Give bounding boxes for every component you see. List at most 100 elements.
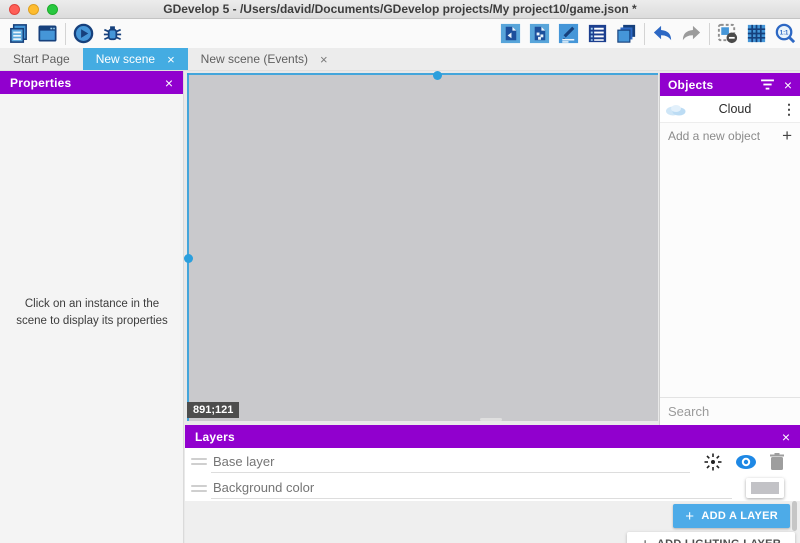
toggle-grid-button[interactable] — [742, 20, 771, 47]
add-object-button[interactable]: Add a new object + — [660, 123, 800, 148]
close-icon[interactable]: × — [782, 430, 790, 444]
fullscreen-window-button[interactable] — [47, 4, 58, 15]
cursor-coordinates-badge: 891;121 — [187, 402, 239, 418]
layer-row-base: Base layer — [185, 448, 800, 475]
effects-icon[interactable] — [704, 453, 722, 471]
layers-panel-header: Layers × — [185, 425, 800, 448]
tab-label: New scene (Events) — [201, 52, 308, 66]
close-icon[interactable]: × — [784, 78, 792, 92]
cloud-icon — [665, 103, 687, 116]
filter-icon — [761, 79, 774, 90]
object-row-cloud[interactable]: Cloud ⋮ — [660, 96, 800, 123]
object-groups-icon — [528, 22, 551, 45]
color-swatch-preview — [751, 482, 779, 494]
debug-button[interactable] — [98, 20, 127, 47]
close-window-button[interactable] — [9, 4, 20, 15]
toolbar-separator — [644, 23, 645, 45]
add-lighting-layer-label: ADD LIGHTING LAYER — [657, 538, 781, 543]
edit-scene-properties-button[interactable] — [554, 20, 583, 47]
layer-row-background: Background color — [185, 475, 800, 501]
traffic-lights — [9, 4, 58, 15]
objects-panel-title: Objects — [668, 78, 761, 92]
tab-bar: Start Page New scene × New scene (Events… — [0, 48, 800, 71]
titlebar: GDevelop 5 - /Users/david/Documents/GDev… — [0, 0, 800, 19]
redo-icon — [680, 22, 703, 45]
toolbar-left-group — [0, 19, 127, 48]
open-objects-editor-button[interactable] — [496, 20, 525, 47]
tab-label: New scene — [96, 52, 155, 66]
layer-name-field[interactable]: Base layer — [211, 451, 690, 473]
window-icon — [36, 22, 59, 45]
layers-panel-title: Layers — [195, 430, 782, 444]
open-object-groups-editor-button[interactable] — [525, 20, 554, 47]
toolbar-right-group: 1:1 — [496, 19, 800, 48]
tab-new-scene-events[interactable]: New scene (Events) × — [188, 48, 341, 70]
properties-panel-title: Properties — [10, 76, 165, 90]
selection-handle-left[interactable] — [184, 254, 193, 263]
plus-icon: + — [782, 126, 792, 146]
plus-icon: + — [685, 508, 694, 525]
plus-icon: + — [641, 536, 650, 543]
layers-icon — [615, 22, 638, 45]
svg-text:1:1: 1:1 — [780, 30, 789, 36]
close-icon[interactable]: × — [165, 76, 173, 90]
search-input[interactable] — [668, 404, 800, 419]
redo-button[interactable] — [677, 20, 706, 47]
selection-edge-left — [187, 73, 189, 421]
project-manager-icon — [7, 22, 30, 45]
tab-close-icon[interactable]: × — [167, 53, 175, 66]
layer-actions — [746, 478, 784, 498]
layers-panel: Layers × Base layer — [185, 425, 800, 543]
pencil-icon — [557, 22, 580, 45]
open-layers-editor-button[interactable] — [612, 20, 641, 47]
add-lighting-layer-button[interactable]: + ADD LIGHTING LAYER — [627, 532, 795, 543]
tab-new-scene[interactable]: New scene × — [83, 48, 188, 70]
toolbar-separator — [65, 23, 66, 45]
add-layer-label: ADD A LAYER — [701, 510, 778, 522]
undo-button[interactable] — [648, 20, 677, 47]
selection-handle-top[interactable] — [433, 71, 442, 80]
drag-handle-icon[interactable] — [191, 485, 207, 492]
open-instances-list-button[interactable] — [583, 20, 612, 47]
toolbar-separator — [709, 23, 710, 45]
instances-list-icon — [586, 22, 609, 45]
minimize-window-button[interactable] — [28, 4, 39, 15]
object-overflow-menu-icon[interactable]: ⋮ — [778, 101, 800, 118]
trash-icon[interactable] — [770, 453, 784, 470]
background-color-swatch[interactable] — [746, 478, 784, 498]
add-layer-button[interactable]: + ADD A LAYER — [673, 504, 790, 528]
zoom-one-to-one-icon: 1:1 — [774, 22, 797, 45]
objects-panel: Objects × Cloud ⋮ Add a ne — [659, 73, 800, 425]
bug-icon — [101, 22, 124, 45]
canvas-horizontal-scrollbar[interactable] — [480, 418, 502, 421]
selection-edge-top — [187, 73, 658, 75]
add-object-label: Add a new object — [668, 129, 782, 143]
layer-actions — [704, 453, 784, 471]
objects-search-bar — [660, 397, 800, 425]
tab-close-icon[interactable]: × — [320, 53, 328, 66]
window-title: GDevelop 5 - /Users/david/Documents/GDev… — [0, 2, 800, 16]
drag-handle-icon[interactable] — [191, 458, 207, 465]
filter-button[interactable] — [761, 79, 774, 90]
zoom-reset-button[interactable]: 1:1 — [771, 20, 800, 47]
project-manager-button[interactable] — [4, 20, 33, 47]
objects-panel-header: Objects × — [660, 73, 800, 96]
properties-panel-header: Properties × — [0, 71, 183, 94]
scene-canvas[interactable]: 891;121 — [187, 73, 658, 421]
tab-label: Start Page — [13, 52, 70, 66]
undo-icon — [651, 22, 674, 45]
launch-preview-button[interactable] — [69, 20, 98, 47]
toggle-mask-button[interactable] — [713, 20, 742, 47]
start-page-button[interactable] — [33, 20, 62, 47]
grid-icon — [745, 22, 768, 45]
layers-footer: + ADD A LAYER + ADD LIGHTING LAYER — [185, 501, 800, 543]
properties-panel: Properties × Click on an instance in the… — [0, 71, 184, 543]
gdevelop-window: GDevelop 5 - /Users/david/Documents/GDev… — [0, 0, 800, 543]
objects-editor-icon — [499, 22, 522, 45]
visibility-eye-icon[interactable] — [735, 454, 757, 470]
cloud-object-thumbnail — [660, 103, 692, 116]
layers-vertical-scrollbar[interactable] — [792, 501, 797, 531]
layer-name-field[interactable]: Background color — [211, 477, 732, 499]
tab-start-page[interactable]: Start Page — [0, 48, 83, 70]
object-name: Cloud — [692, 102, 778, 116]
